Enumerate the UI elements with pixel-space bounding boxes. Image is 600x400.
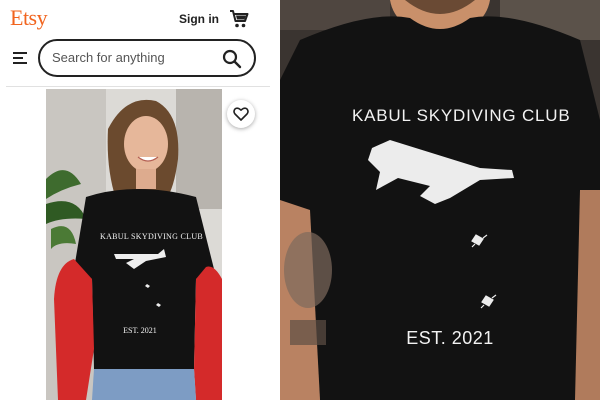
closeup-print-title: KABUL SKYDIVING CLUB (352, 106, 571, 125)
heart-icon[interactable] (227, 100, 255, 128)
listing-photo[interactable] (46, 89, 222, 400)
etsy-logo[interactable]: Etsy (10, 5, 48, 31)
shirt-print-title: KABUL SKYDIVING CLUB (100, 232, 204, 241)
header-divider (6, 86, 270, 87)
cart-icon[interactable] (228, 8, 250, 30)
etsy-mobile-page: Etsy Sign in Search for anything KABUL S… (0, 0, 276, 400)
hamburger-icon[interactable] (13, 51, 27, 64)
sign-in-link[interactable]: Sign in (179, 12, 219, 26)
search-input[interactable] (52, 50, 212, 65)
closeup-print-established: EST. 2021 (406, 328, 494, 348)
site-header: Etsy Sign in (0, 0, 276, 40)
search-bar (38, 39, 256, 77)
shirt-print-established: EST. 2021 (123, 326, 157, 335)
search-icon[interactable] (222, 49, 242, 69)
